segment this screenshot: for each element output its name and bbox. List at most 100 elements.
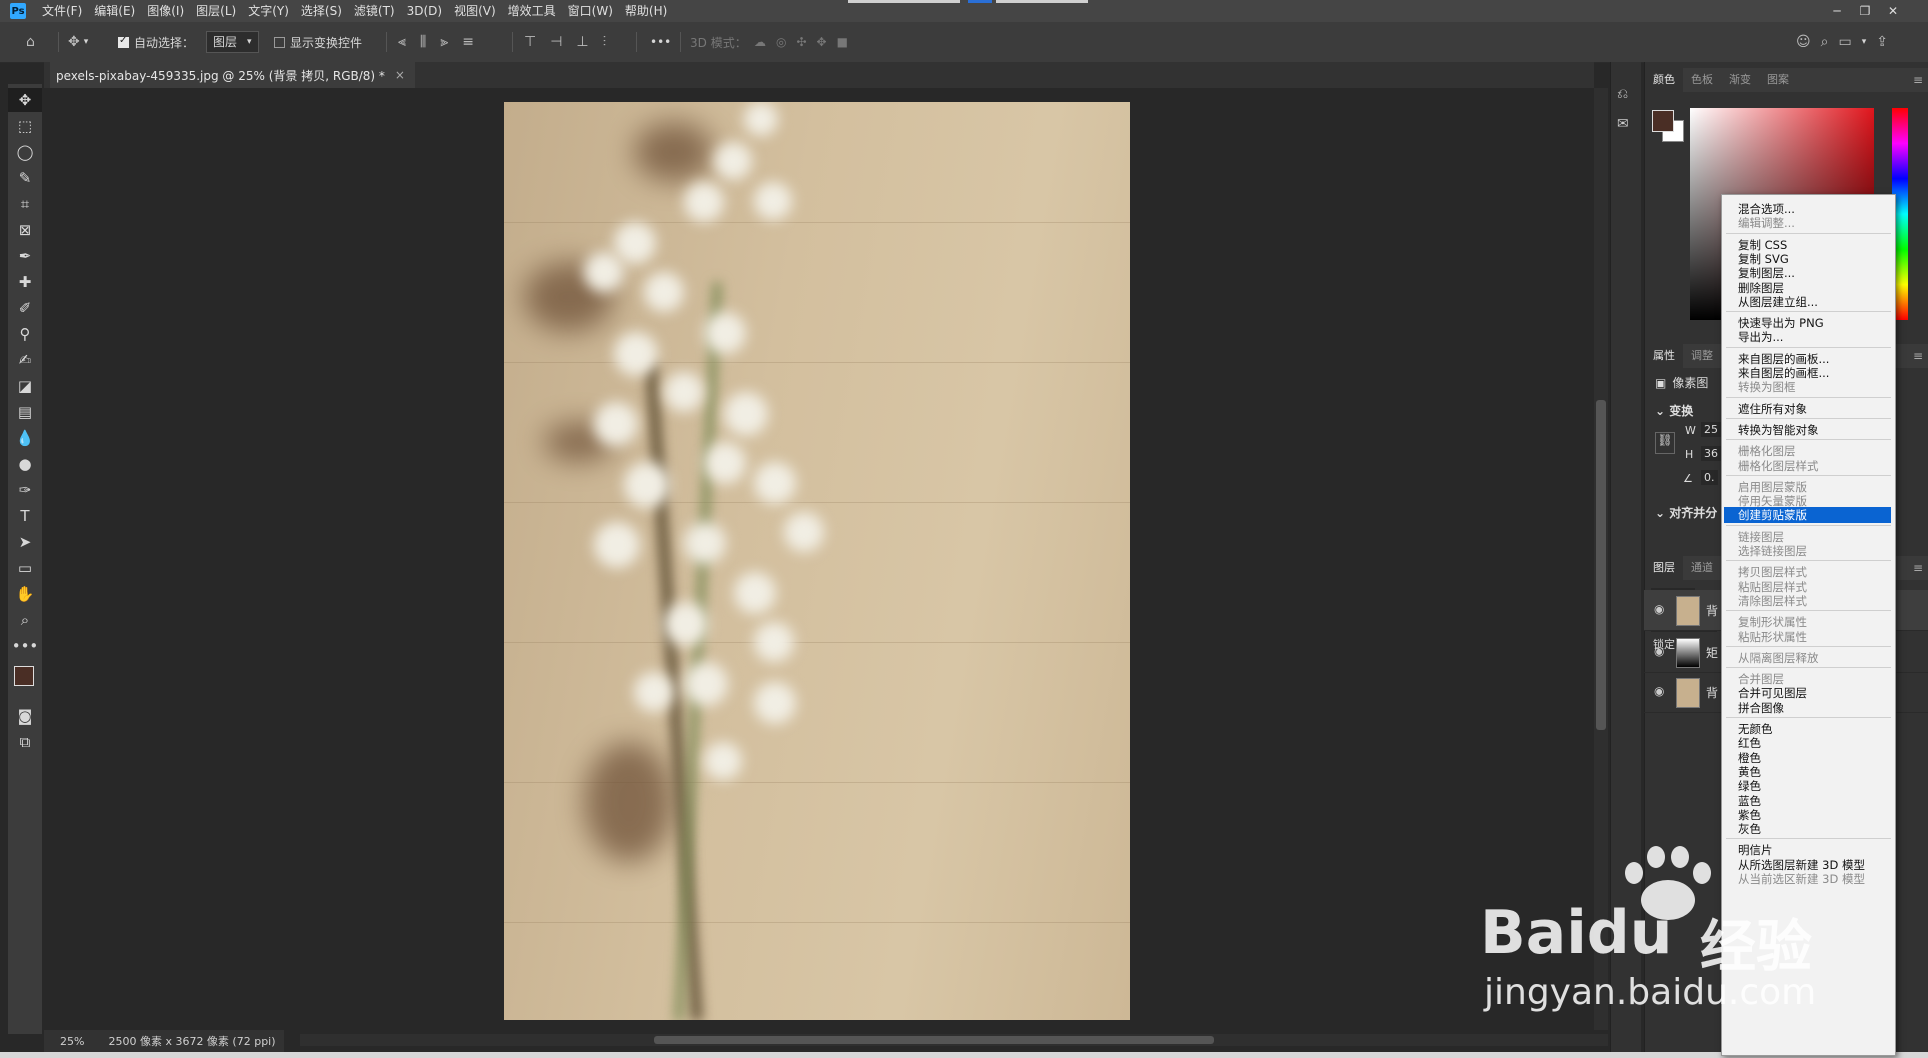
context-menu-item[interactable]: 遮住所有对象 [1738,401,1807,417]
menu-image[interactable]: 图像(I) [141,0,190,22]
minimize-icon[interactable]: ─ [1824,0,1850,22]
rectangle-tool-icon[interactable]: ▭ [8,556,42,580]
context-menu-item[interactable]: 从图层建立组... [1738,294,1818,310]
menu-type[interactable]: 文字(Y) [242,0,295,22]
link-icon[interactable]: ⛓ [1655,432,1675,454]
transform-section[interactable]: ⌄ 变换 [1655,402,1693,419]
move-tool-preset-icon[interactable]: ✥ ▾ [68,22,88,62]
edit-toolbar-icon[interactable]: ••• [8,634,42,658]
menu-plugins[interactable]: 增效工具 [502,0,562,22]
angle-field[interactable]: 0. [1701,470,1718,485]
workspace-icon[interactable]: ▭ [1838,34,1851,50]
lasso-tool-icon[interactable]: ◯ [8,140,42,164]
tab-patterns[interactable]: 图案 [1759,68,1797,92]
auto-select-check-icon[interactable] [118,35,129,48]
crop-tool-icon[interactable]: ⌗ [8,192,42,216]
panel-menu-icon[interactable]: ≡ [1913,561,1923,575]
tab-color[interactable]: 颜色 [1645,68,1683,92]
align-right-icon[interactable]: ⫸ [440,34,448,50]
zoom-level[interactable]: 25% [60,1035,84,1048]
3d-slide-icon[interactable]: ✥ [817,35,827,49]
eye-icon[interactable]: ◉ [1654,644,1664,658]
3d-orbit-icon[interactable]: ☁ [754,35,766,49]
more-options-button[interactable]: ••• [650,22,671,62]
eye-icon[interactable]: ◉ [1654,684,1664,698]
marquee-tool-icon[interactable]: ⬚ [8,114,42,138]
search-icon[interactable]: ⌕ [1821,34,1829,50]
stamp-tool-icon[interactable]: ⚲ [8,322,42,346]
gradient-tool-icon[interactable]: ▤ [8,400,42,424]
context-menu-item[interactable]: 导出为... [1738,329,1783,345]
auto-select-checkbox[interactable]: 自动选择： [118,22,194,62]
document-tab[interactable]: pexels-pixabay-459335.jpg @ 25% (背景 拷贝, … [50,62,415,88]
blur-tool-icon[interactable]: 💧 [8,426,42,450]
menu-edit[interactable]: 编辑(E) [88,0,141,22]
eyedropper-tool-icon[interactable]: ✒ [8,244,42,268]
path-select-tool-icon[interactable]: ➤ [8,530,42,554]
screen-mode-icon[interactable]: ⧉ [8,730,42,754]
align-left-icon[interactable]: ⫷ [398,34,406,50]
distribute-v-icon[interactable]: ⫶ [603,34,607,50]
tab-properties[interactable]: 属性 [1645,344,1683,368]
menu-filter[interactable]: 滤镜(T) [348,0,401,22]
chevron-down-icon[interactable]: ▾ [1862,37,1867,47]
distribute-icon[interactable]: ≡ [462,34,474,50]
layer-select-dropdown[interactable]: 图层 ▾ [206,22,259,62]
3d-roll-icon[interactable]: ◎ [776,35,786,49]
vertical-scroll-thumb[interactable] [1596,400,1606,730]
eraser-tool-icon[interactable]: ◪ [8,374,42,398]
quick-mask-icon[interactable]: ◙ [8,704,42,728]
history-panel-icon[interactable]: ⎌ [1617,86,1628,102]
history-brush-tool-icon[interactable]: ✍ [8,348,42,372]
align-bottom-icon[interactable]: ⊥ [576,34,588,50]
eye-icon[interactable]: ◉ [1654,602,1664,616]
home-icon[interactable]: ⌂ [26,22,35,62]
type-tool-icon[interactable]: T [8,504,42,528]
pen-tool-icon[interactable]: ✑ [8,478,42,502]
document-image[interactable] [504,102,1130,1020]
align-middle-icon[interactable]: ⊣ [550,34,562,50]
foreground-color-swatch[interactable] [1652,110,1674,132]
context-menu-item[interactable]: 转换为智能对象 [1738,422,1819,438]
tab-adjustments[interactable]: 调整 [1683,344,1721,368]
comments-panel-icon[interactable]: ✉ [1617,116,1629,132]
share-icon[interactable]: ⇪ [1876,34,1888,50]
menu-layer[interactable]: 图层(L) [190,0,242,22]
context-menu-item[interactable]: 拼合图像 [1738,700,1784,716]
quick-select-tool-icon[interactable]: ✎ [8,166,42,190]
menu-file[interactable]: 文件(F) [36,0,88,22]
panel-menu-icon[interactable]: ≡ [1913,349,1923,363]
dodge-tool-icon[interactable]: ● [8,452,42,476]
hand-tool-icon[interactable]: ✋ [8,582,42,606]
align-top-icon[interactable]: ⊤ [524,34,536,50]
align-section[interactable]: ⌄ 对齐并分 [1655,504,1717,521]
user-icon[interactable]: ☺ [1796,34,1811,50]
3d-scale-icon[interactable]: ■ [837,35,848,49]
show-transform-checkbox[interactable]: 显示变换控件 [274,22,362,62]
menu-select[interactable]: 选择(S) [295,0,348,22]
restore-icon[interactable]: ❐ [1852,0,1878,22]
show-transform-check-icon[interactable] [274,36,285,48]
height-field[interactable]: 36 [1701,446,1721,461]
zoom-tool-icon[interactable]: ⌕ [8,608,42,632]
menu-window[interactable]: 窗口(W) [562,0,619,22]
tab-channels[interactable]: 通道 [1683,556,1721,580]
panel-menu-icon[interactable]: ≡ [1913,73,1923,87]
menu-view[interactable]: 视图(V) [448,0,502,22]
3d-pan-icon[interactable]: ✣ [796,35,806,49]
menu-3d[interactable]: 3D(D) [401,0,448,22]
brush-tool-icon[interactable]: ✐ [8,296,42,320]
tab-swatches[interactable]: 色板 [1683,68,1721,92]
align-center-h-icon[interactable]: ⫼ [420,34,426,50]
document-info[interactable]: 2500 像素 x 3672 像素 (72 ppi) [108,1033,275,1049]
move-tool-icon[interactable]: ✥ [8,88,42,112]
tab-layers[interactable]: 图层 [1645,556,1683,580]
menu-help[interactable]: 帮助(H) [619,0,673,22]
foreground-color-swatch[interactable] [14,666,34,686]
tab-gradients[interactable]: 渐变 [1721,68,1759,92]
close-window-icon[interactable]: ✕ [1880,0,1906,22]
context-menu-item[interactable]: 灰色 [1738,821,1761,837]
close-tab-icon[interactable]: × [395,68,405,82]
horizontal-scroll-thumb[interactable] [654,1036,1214,1044]
width-field[interactable]: 25 [1701,422,1721,437]
